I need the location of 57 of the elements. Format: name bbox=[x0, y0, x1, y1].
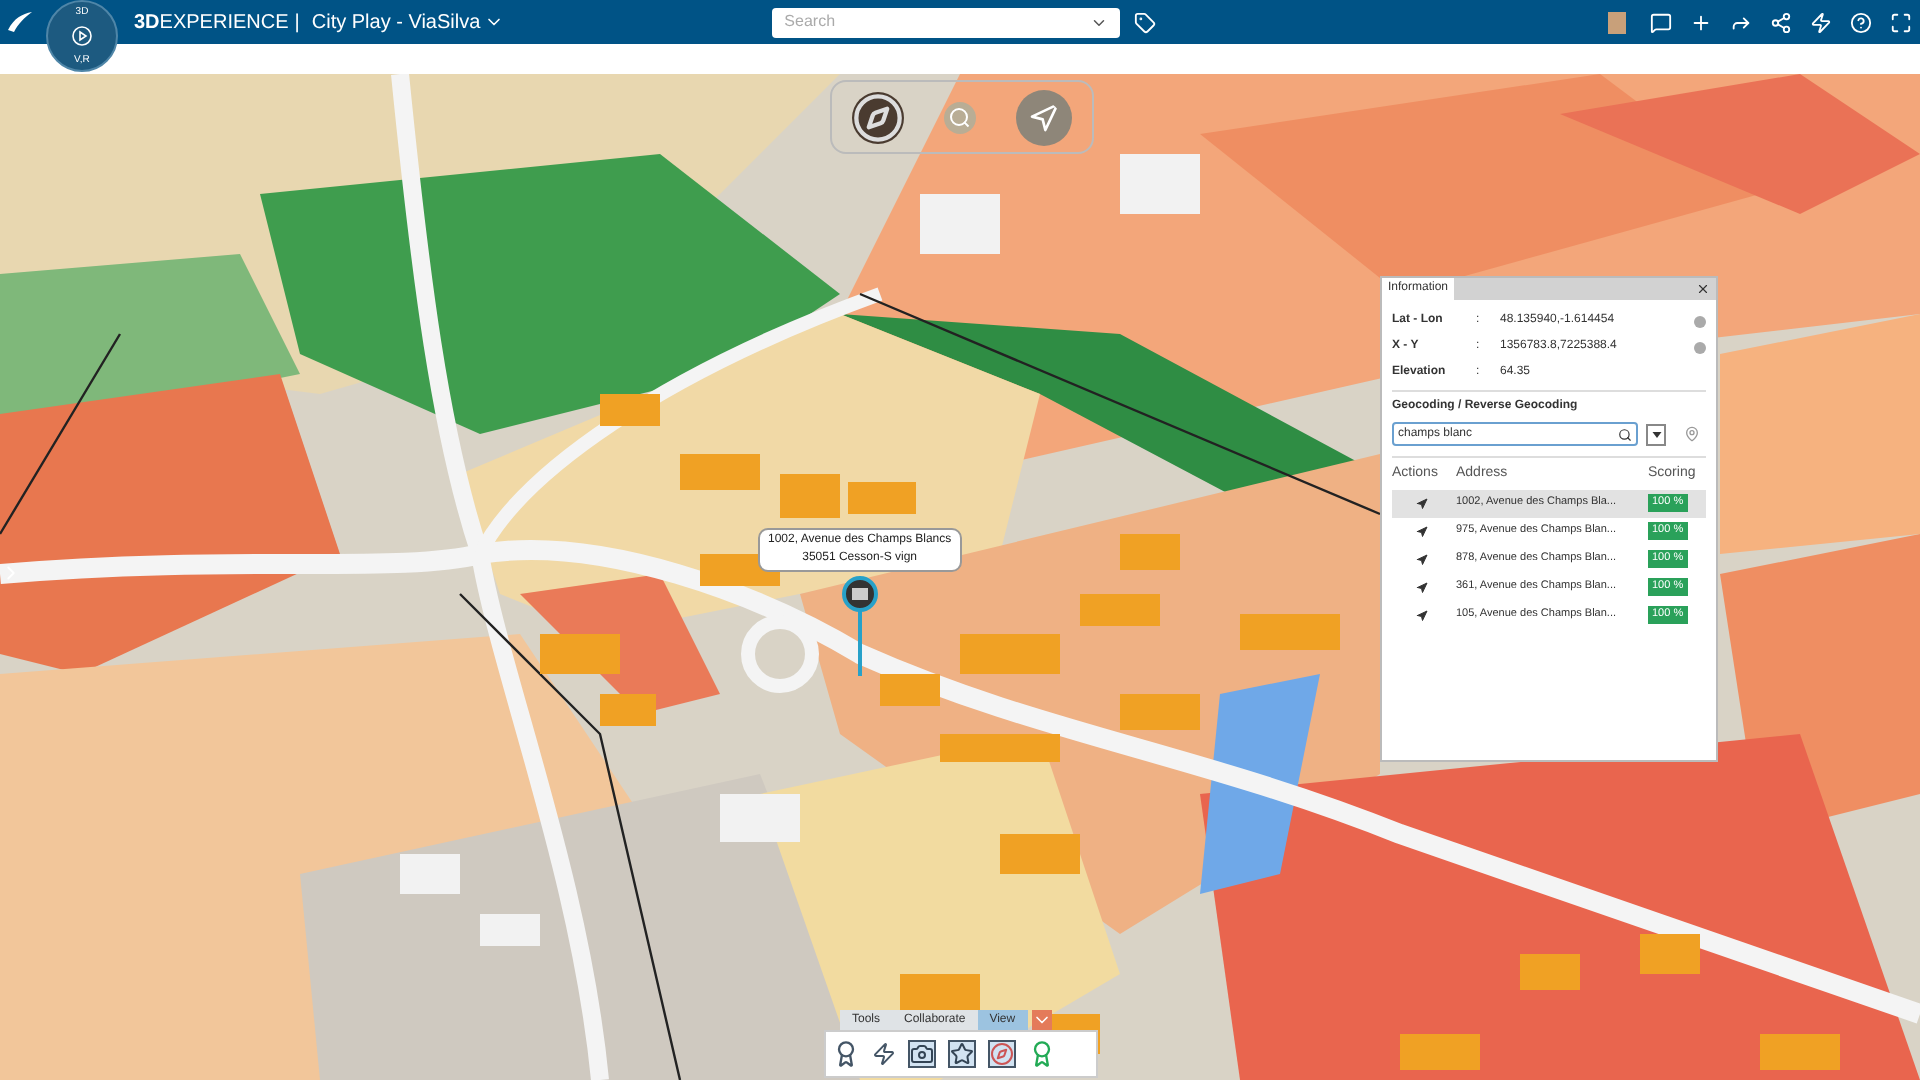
building bbox=[1520, 954, 1580, 990]
tag-icon[interactable] bbox=[1134, 11, 1157, 33]
locate-icon[interactable] bbox=[1416, 497, 1428, 509]
star-icon[interactable] bbox=[948, 1040, 976, 1068]
building bbox=[720, 794, 800, 842]
collapse-icon[interactable] bbox=[1031, 1010, 1052, 1030]
building bbox=[680, 454, 760, 490]
pin-icon[interactable] bbox=[1684, 426, 1700, 442]
locate-icon[interactable] bbox=[1416, 609, 1428, 621]
building bbox=[480, 914, 540, 946]
building bbox=[600, 394, 660, 426]
building bbox=[540, 634, 620, 674]
search-input[interactable]: Search bbox=[784, 10, 1091, 34]
building bbox=[1120, 694, 1200, 730]
close-icon[interactable] bbox=[1696, 282, 1710, 296]
building bbox=[780, 474, 840, 518]
building bbox=[400, 854, 460, 894]
share-icon[interactable] bbox=[1770, 11, 1792, 33]
building bbox=[1120, 154, 1200, 214]
building bbox=[900, 974, 980, 1014]
building bbox=[1400, 1034, 1480, 1070]
building bbox=[1240, 614, 1340, 650]
building bbox=[1000, 834, 1080, 874]
brand-name: 3DEXPERIENCE bbox=[134, 9, 289, 37]
building bbox=[600, 694, 656, 726]
building bbox=[1640, 934, 1700, 974]
building bbox=[940, 734, 1060, 762]
help-icon[interactable] bbox=[1850, 11, 1872, 33]
building bbox=[1120, 534, 1180, 570]
logo-icon bbox=[6, 10, 34, 34]
building bbox=[1760, 1034, 1840, 1070]
search-icon[interactable] bbox=[1618, 427, 1632, 441]
map-pin-icon[interactable] bbox=[842, 576, 878, 676]
triangle-down-icon bbox=[1651, 431, 1661, 437]
locate-icon[interactable] bbox=[1416, 553, 1428, 565]
dropdown-button[interactable] bbox=[1646, 423, 1666, 445]
building bbox=[960, 634, 1060, 674]
navigation-control[interactable] bbox=[830, 80, 1094, 154]
play-icon[interactable] bbox=[72, 26, 92, 46]
badge-icon[interactable] bbox=[1028, 1040, 1056, 1068]
building bbox=[848, 482, 916, 514]
building bbox=[880, 674, 940, 706]
camera-icon[interactable] bbox=[908, 1040, 936, 1068]
locate-icon[interactable] bbox=[1416, 581, 1428, 593]
chat-icon[interactable] bbox=[1650, 11, 1672, 33]
title-separator: | bbox=[294, 9, 300, 37]
search-field[interactable]: Search bbox=[772, 7, 1121, 37]
fullscreen-icon[interactable] bbox=[1890, 11, 1912, 33]
lightning-icon[interactable] bbox=[1810, 11, 1832, 33]
forward-icon[interactable] bbox=[1730, 11, 1752, 33]
locate-icon[interactable] bbox=[1416, 525, 1428, 537]
compass-button-icon[interactable] bbox=[988, 1040, 1016, 1068]
add-icon[interactable] bbox=[1690, 11, 1712, 33]
app-title-button[interactable]: City Play - ViaSilva bbox=[311, 7, 505, 37]
building bbox=[920, 194, 1000, 254]
user-avatar[interactable] bbox=[1608, 11, 1626, 33]
building bbox=[1080, 594, 1160, 626]
